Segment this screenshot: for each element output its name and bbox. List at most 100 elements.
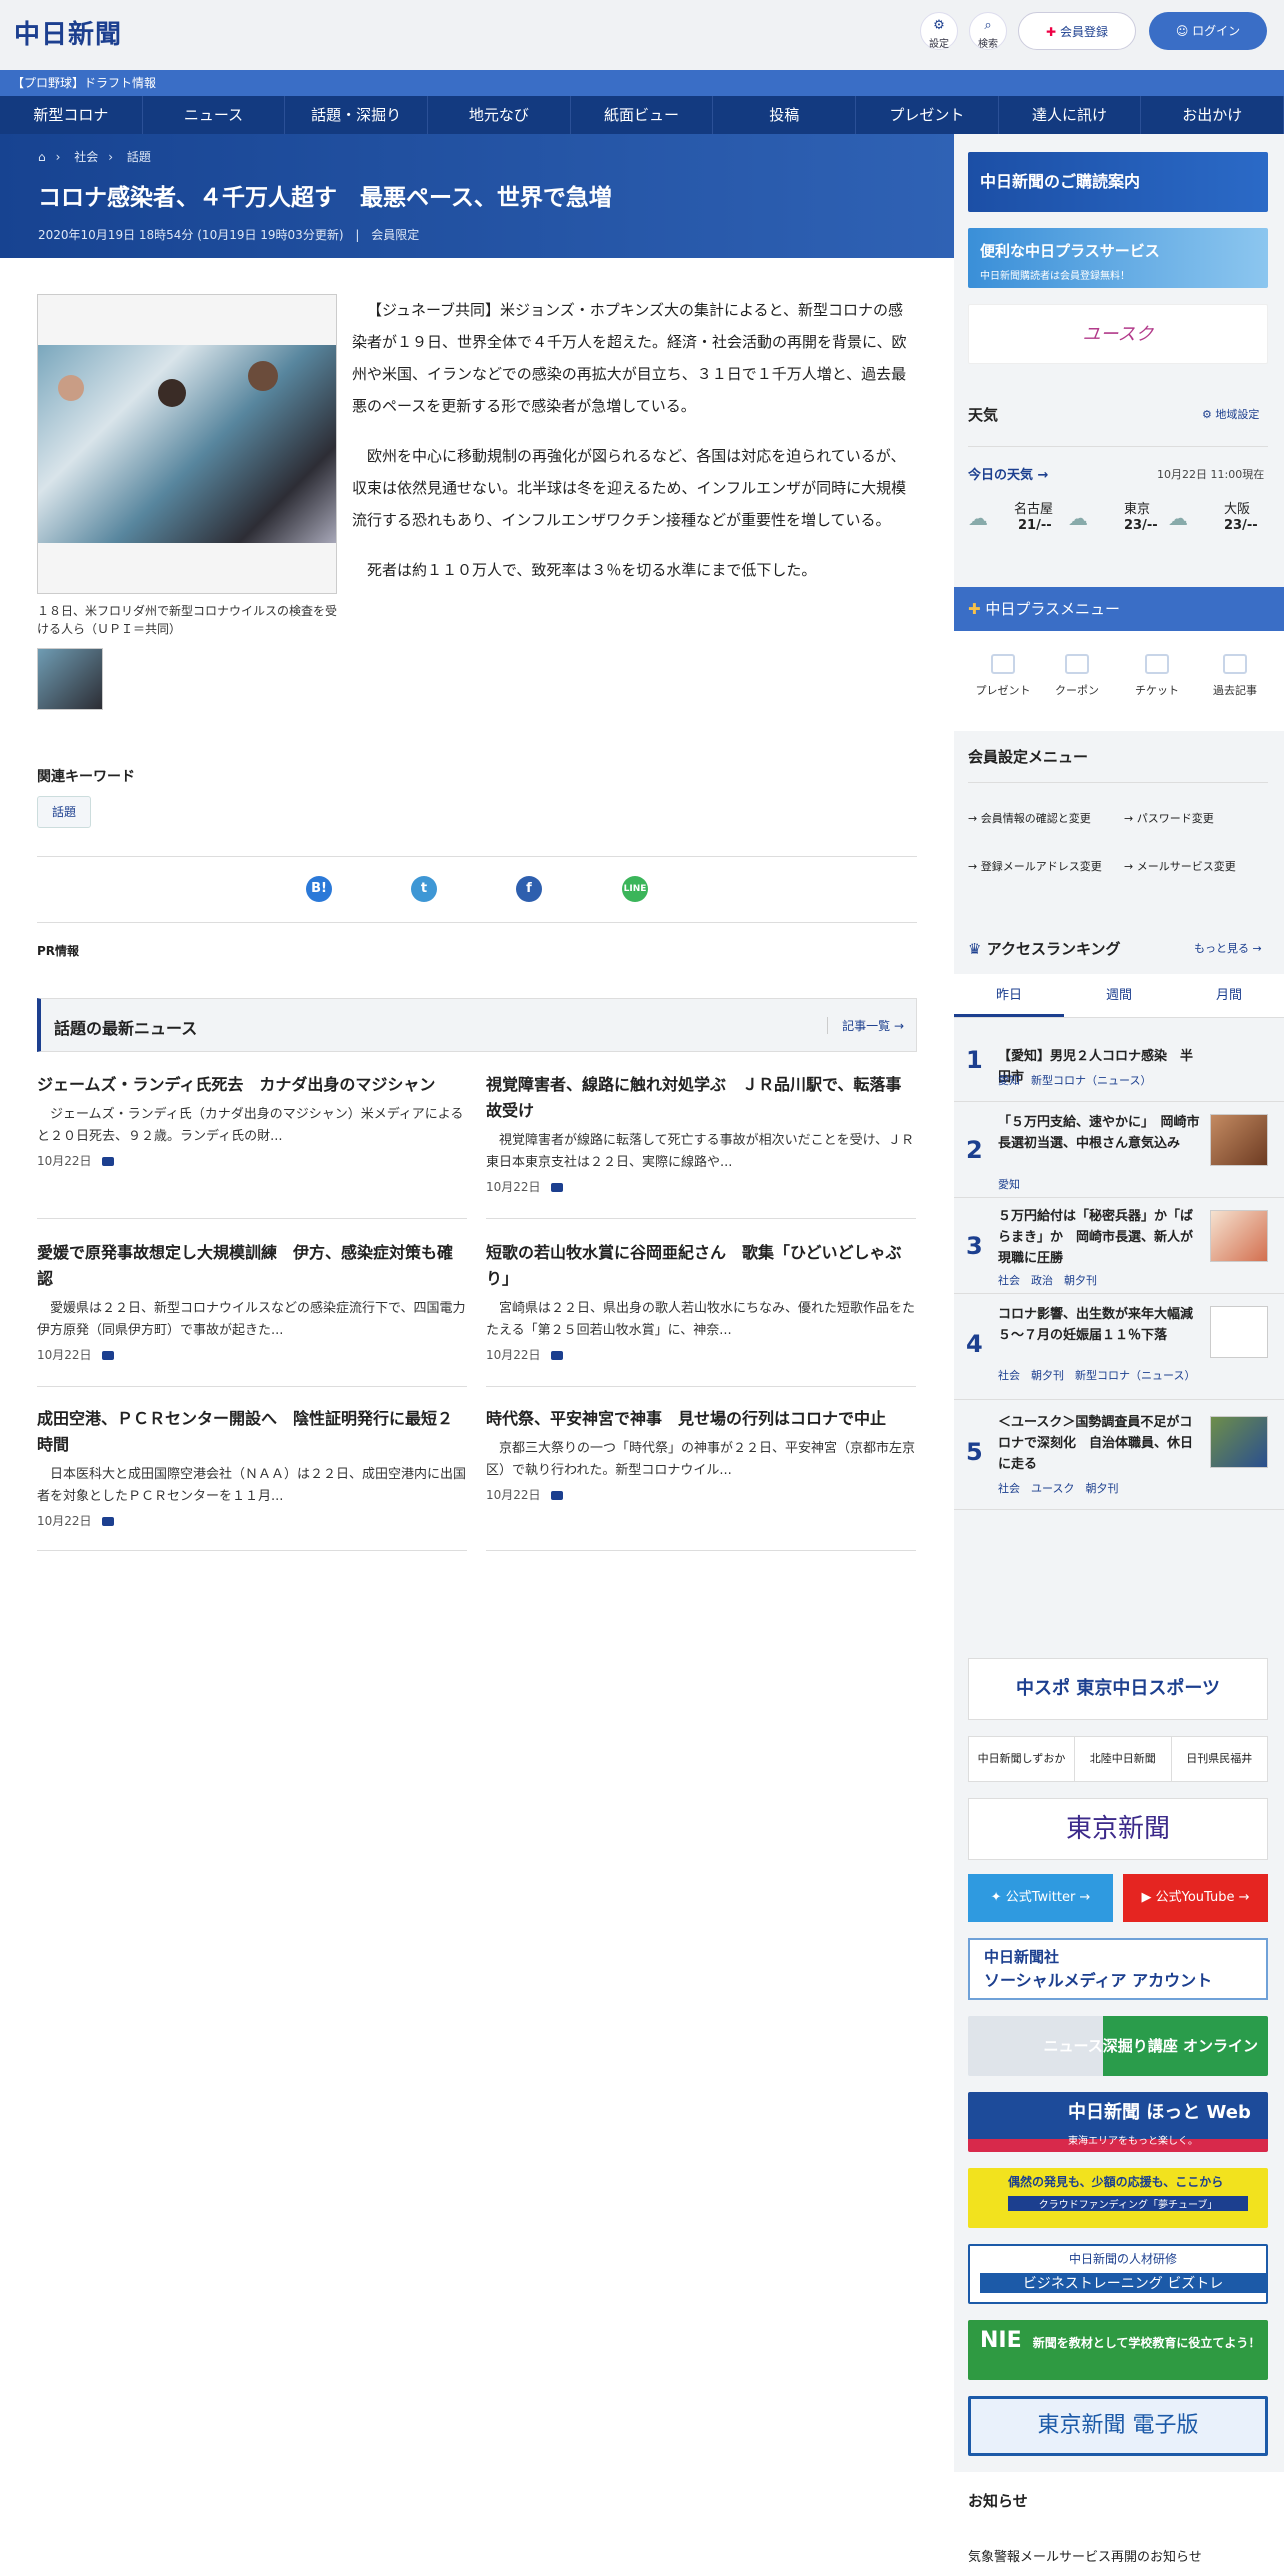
article-meta: 2020年10月19日 18時54分 (10月19日 19時03分更新) | 会… bbox=[38, 228, 420, 242]
arrow-right-icon: → bbox=[1037, 468, 1049, 483]
news-card[interactable]: 視覚障害者、線路に触れ対処学ぶ ＪＲ品川駅で、転落事故受け 視覚障害者が線路に転… bbox=[486, 1072, 916, 1219]
breadcrumb-item-topics[interactable]: 話題 bbox=[127, 150, 151, 164]
settings-button[interactable]: ⚙ 設定 bbox=[920, 12, 958, 50]
facebook-share-icon[interactable]: f bbox=[516, 876, 542, 902]
article-paragraph: 【ジュネーブ共同】米ジョンズ・ホプキンズ大の集計によると、新型コロナの感染者が１… bbox=[352, 301, 907, 415]
yousuku-banner[interactable]: ユースク bbox=[968, 304, 1268, 364]
nav-item-post[interactable]: 投稿 bbox=[713, 96, 857, 134]
plus-menu-coupon[interactable]: クーポン bbox=[1042, 654, 1112, 698]
home-icon[interactable]: ⌂ bbox=[38, 150, 46, 164]
member-menu-mail-service[interactable]: → メールサービス変更 bbox=[1124, 858, 1274, 874]
search-button[interactable]: ⌕ 検索 bbox=[969, 12, 1007, 50]
breadcrumb-item-society[interactable]: 社会 bbox=[74, 150, 98, 164]
today-weather-link[interactable]: 今日の天気 → bbox=[968, 464, 1048, 483]
article-date: 2020年10月19日 18時54分 (10月19日 19時03分更新) bbox=[38, 228, 344, 242]
login-button[interactable]: ☺ ログイン bbox=[1149, 12, 1267, 50]
news-card[interactable]: 短歌の若山牧水賞に谷岡亜紀さん 歌集「ひどいどしゃぶり」 宮崎県は２２日、県出身… bbox=[486, 1240, 916, 1387]
latest-news-header: 話題の最新ニュース 記事一覧 → bbox=[37, 998, 917, 1052]
subscription-banner[interactable]: 中日新聞のご購読案内 bbox=[968, 152, 1268, 212]
crowdfunding-banner[interactable]: 偶然の発見も、少額の応援も、ここから クラウドファンディング「夢チューブ」 bbox=[968, 2168, 1268, 2228]
tab-yesterday[interactable]: 昨日 bbox=[954, 974, 1064, 1017]
news-card[interactable]: 愛媛で原発事故想定し大規模訓練 伊方、感染症対策も確認 愛媛県は２２日、新型コロ… bbox=[37, 1240, 467, 1387]
link-hokuriku[interactable]: 北陸中日新聞 bbox=[1075, 1737, 1172, 1781]
draft-info-bar[interactable]: 【プロ野球】ドラフト情報 bbox=[0, 70, 1284, 96]
camera-icon bbox=[550, 1183, 563, 1192]
ranking-item[interactable]: 2 「５万円支給、速やかに」 岡崎市長選初当選、中根さん意気込み 愛知 bbox=[954, 1102, 1284, 1198]
ticket-icon bbox=[1145, 654, 1169, 674]
hotto-web-banner[interactable]: 中日新聞 ほっと Web 東海エリアをもっと楽しく。 bbox=[968, 2092, 1268, 2152]
nav-item-outing[interactable]: お出かけ bbox=[1141, 96, 1284, 134]
article-body: 【ジュネーブ共同】米ジョンズ・ホプキンズ大の集計によると、新型コロナの感染者が１… bbox=[352, 294, 912, 604]
hatena-share-icon[interactable]: B! bbox=[306, 876, 332, 902]
news-card[interactable]: 時代祭、平安神宮で神事 見せ場の行列はコロナで中止 京都三大祭りの一つ「時代祭」… bbox=[486, 1406, 916, 1551]
article-list-link[interactable]: 記事一覧 → bbox=[827, 1017, 904, 1034]
tab-monthly[interactable]: 月間 bbox=[1174, 974, 1284, 1017]
news-card[interactable]: ジェームズ・ランディ氏死去 カナダ出身のマジシャン ジェームズ・ランディ氏（カナ… bbox=[37, 1072, 467, 1219]
chuspo-banner[interactable]: 中スポ 東京中日スポーツ bbox=[968, 1658, 1268, 1720]
plus-menu-present[interactable]: プレゼント bbox=[968, 654, 1038, 698]
nav-item-present[interactable]: プレゼント bbox=[856, 96, 999, 134]
youtube-button[interactable]: ▶ 公式YouTube → bbox=[1123, 1874, 1268, 1922]
nav-item-news[interactable]: ニュース bbox=[143, 96, 286, 134]
article-title: コロナ感染者、４千万人超す 最悪ペース、世界で急増 bbox=[38, 185, 612, 211]
weather-city[interactable]: ☁ 大阪 23/-- bbox=[1168, 498, 1268, 538]
notice-item[interactable]: 気象警報メールサービス再開のお知らせ bbox=[968, 2546, 1202, 2565]
member-menu-email[interactable]: → 登録メールアドレス変更 bbox=[968, 858, 1118, 875]
nie-banner[interactable]: NIE 新聞を教材として学校教育に役立てよう！ bbox=[968, 2320, 1268, 2380]
keywords-heading: 関連キーワード bbox=[37, 769, 135, 785]
tokyo-shimbun-banner[interactable]: 東京新聞 bbox=[968, 1798, 1268, 1860]
nav-item-corona[interactable]: 新型コロナ bbox=[0, 96, 143, 134]
ranking-thumbnail bbox=[1210, 1416, 1268, 1468]
weather-city[interactable]: ☁ 東京 23/-- bbox=[1068, 498, 1168, 538]
cloud-rain-icon: ☁ bbox=[968, 506, 988, 530]
plus-menu-archive[interactable]: 過去記事 bbox=[1200, 654, 1270, 698]
article-photo[interactable] bbox=[37, 294, 337, 594]
nav-item-paper-view[interactable]: 紙面ビュー bbox=[571, 96, 714, 134]
ranking-thumbnail bbox=[1210, 1210, 1268, 1262]
plus-menu-ticket[interactable]: チケット bbox=[1122, 654, 1192, 698]
nav-item-local[interactable]: 地元なび bbox=[428, 96, 571, 134]
link-fukui[interactable]: 日刊県民福井 bbox=[1172, 1737, 1267, 1781]
social-media-banner[interactable]: 中日新聞社 ソーシャルメディア アカウント bbox=[968, 1938, 1268, 2000]
site-header: 中日新聞 ⚙ 設定 ⌕ 検索 ✚ 会員登録 ☺ ログイン bbox=[0, 0, 1284, 70]
register-label: 会員登録 bbox=[1059, 25, 1108, 39]
gear-icon: ⚙ bbox=[933, 18, 945, 33]
tokyo-digital-banner[interactable]: 東京新聞 電子版 bbox=[968, 2396, 1268, 2456]
fukabori-banner[interactable]: ニュース深掘り講座 オンライン bbox=[968, 2016, 1268, 2076]
nav-item-topics[interactable]: 話題・深掘り bbox=[285, 96, 429, 134]
news-card[interactable]: 成田空港、ＰＣＲセンター開設へ 陰性証明発行に最短２時間 日本医科大と成田国際空… bbox=[37, 1406, 467, 1551]
twitter-button[interactable]: ✦ 公式Twitter → bbox=[968, 1874, 1113, 1922]
photo-thumbnail[interactable] bbox=[37, 648, 103, 710]
site-logo[interactable]: 中日新聞 bbox=[14, 14, 122, 51]
member-menu-heading: 会員設定メニュー bbox=[968, 748, 1089, 766]
coupon-icon bbox=[1065, 654, 1089, 674]
youtube-icon: ▶ bbox=[1141, 1890, 1152, 1905]
twitter-share-icon[interactable]: t bbox=[411, 876, 437, 902]
cloud-rain-icon: ☁ bbox=[1068, 506, 1088, 530]
bizutore-banner[interactable]: 中日新聞の人材研修 ビジネストレーニング ビズトレ bbox=[968, 2244, 1268, 2304]
ranking-heading: ♛ アクセスランキング bbox=[968, 940, 1121, 958]
ranking-item[interactable]: 4 コロナ影響、出生数が来年大幅減 ５～７月の妊娠届１１％下落 社会 朝夕刊 新… bbox=[954, 1294, 1284, 1400]
gear-icon: ⚙ bbox=[1202, 408, 1212, 421]
ranking-item[interactable]: 3 ５万円給付は「秘密兵器」か「ばらまき」か 岡崎市長選、新人が現職に圧勝 社会… bbox=[954, 1198, 1284, 1294]
ranking-item[interactable]: 1 【愛知】男児２人コロナ感染 半田市 愛知 新型コロナ（ニュース） bbox=[954, 1020, 1284, 1102]
line-share-icon[interactable]: LINE bbox=[622, 876, 648, 902]
chunichi-plus-banner[interactable]: 便利な中日プラスサービス 中日新聞購読者は会員登録無料！ bbox=[968, 228, 1268, 288]
camera-icon bbox=[550, 1491, 563, 1500]
ranking-more-link[interactable]: もっと見る → bbox=[1194, 940, 1262, 956]
weather-city[interactable]: ☁ 名古屋 21/-- bbox=[968, 498, 1068, 538]
ranking-thumbnail bbox=[1210, 1306, 1268, 1358]
settings-label: 設定 bbox=[929, 39, 949, 50]
link-shizuoka[interactable]: 中日新聞しずおか bbox=[969, 1737, 1076, 1781]
member-menu-profile[interactable]: → 会員情報の確認と変更 bbox=[968, 810, 1118, 826]
tab-weekly[interactable]: 週間 bbox=[1064, 974, 1174, 1017]
region-settings-link[interactable]: ⚙ 地域設定 bbox=[1202, 406, 1259, 422]
ranking-item[interactable]: 5 ＜ユースク＞国勢調査員不足がコロナで深刻化 自治体職員、休日に走る 社会 ユ… bbox=[954, 1400, 1284, 1510]
member-menu-password[interactable]: → パスワード変更 bbox=[1124, 810, 1274, 826]
nav-item-experts[interactable]: 達人に訊け bbox=[999, 96, 1142, 134]
register-button[interactable]: ✚ 会員登録 bbox=[1018, 12, 1136, 50]
keyword-tag[interactable]: 話題 bbox=[37, 796, 91, 828]
arrow-right-icon: → bbox=[893, 1019, 904, 1033]
notice-heading: お知らせ bbox=[968, 2492, 1028, 2510]
weather-updated: 10月22日 11:00現在 bbox=[1157, 468, 1265, 481]
